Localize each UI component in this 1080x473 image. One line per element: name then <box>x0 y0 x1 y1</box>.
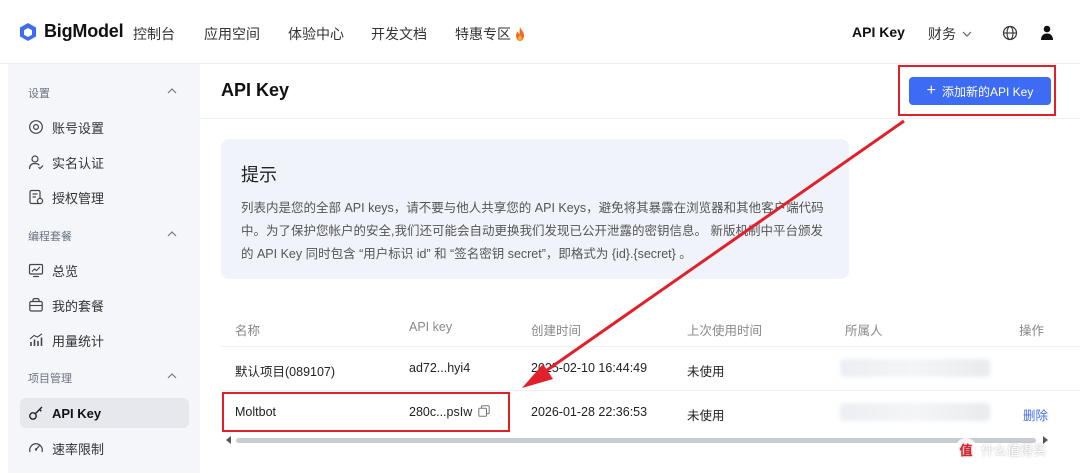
overview-icon <box>28 263 44 278</box>
user-verify-icon <box>28 155 44 170</box>
sidebar-item-label: 账号设置 <box>52 120 105 136</box>
watermark-badge: 值 <box>955 438 977 460</box>
bigmodel-logo-icon <box>20 22 36 41</box>
watermark: 值 什么值得买 <box>955 438 1046 460</box>
nav-dev-docs[interactable]: 开发文档 <box>371 24 427 44</box>
row2-delete-link[interactable]: 删除 <box>1023 405 1048 424</box>
table-header-owner: 所属人 <box>845 324 883 338</box>
sidebar-item-usage-stats[interactable]: 用量统计 <box>20 325 189 355</box>
nav-special-offers-label: 特惠专区 <box>455 26 511 42</box>
row1-created: 2025-02-10 16:44:49 <box>531 361 648 375</box>
sidebar-item-label: 授权管理 <box>52 190 105 206</box>
row1-api-key: ad72...hyi4 <box>409 361 471 375</box>
user-avatar-icon[interactable] <box>1040 25 1054 40</box>
sidebar-item-label: API Key <box>52 405 102 421</box>
annotation-highlight-box <box>898 65 1056 116</box>
sidebar-item-rate-limit[interactable]: 速率限制 <box>20 433 189 463</box>
sidebar-item-authorization[interactable]: 授权管理 <box>20 182 189 212</box>
table-header-last-used: 上次使用时间 <box>687 324 763 338</box>
notice-text: 列表内是您的全部 API keys，请不要与他人共享您的 API Keys，避免… <box>241 201 824 261</box>
row1-last-used: 未使用 <box>687 365 725 379</box>
fire-icon <box>516 27 524 41</box>
table-horizontal-scrollbar[interactable] <box>226 436 1048 444</box>
row1-owner-redacted <box>840 359 990 377</box>
table-header-api-key: API key <box>409 320 453 334</box>
authorization-icon <box>29 189 44 205</box>
chevron-up-icon[interactable] <box>166 370 178 382</box>
usage-chart-icon <box>29 333 43 346</box>
sidebar-item-api-key[interactable]: API Key <box>20 398 189 428</box>
header-divider <box>200 118 1080 119</box>
sidebar-item-label: 我的套餐 <box>52 298 105 314</box>
sidebar-item-real-name[interactable]: 实名认证 <box>20 147 189 177</box>
sidebar-item-label: 实名认证 <box>52 155 105 171</box>
row2-owner-redacted <box>840 403 990 421</box>
gear-icon <box>29 120 43 134</box>
chevron-down-icon <box>962 31 972 37</box>
logo-text: BigModel <box>44 21 124 41</box>
nav-finance-label: 财务 <box>928 26 956 42</box>
nav-api-key[interactable]: API Key <box>852 24 905 40</box>
main-content: API Key + 添加新的API Key 提示 列表内是您的全部 API ke… <box>200 64 1080 473</box>
nav-experience-center[interactable]: 体验中心 <box>288 24 344 44</box>
table-divider <box>221 346 1080 347</box>
chevron-up-icon[interactable] <box>166 85 178 97</box>
row2-last-used: 未使用 <box>687 409 725 423</box>
page-title: API Key <box>221 80 290 100</box>
sidebar-group-project-management: 项目管理 <box>28 373 72 385</box>
scrollbar-thumb[interactable] <box>236 438 1036 443</box>
globe-icon[interactable] <box>1002 25 1018 41</box>
notice-title: 提示 <box>241 165 277 185</box>
row1-name: 默认项目(089107) <box>235 365 336 379</box>
sidebar-item-label: 用量统计 <box>52 333 105 349</box>
table-header-created: 创建时间 <box>531 324 582 338</box>
nav-app-space[interactable]: 应用空间 <box>204 24 260 44</box>
key-icon <box>29 406 43 420</box>
nav-finance-dropdown[interactable]: 财务 <box>928 24 972 44</box>
table-divider <box>221 390 1080 391</box>
top-navbar: BigModel 控制台 应用空间 体验中心 开发文档 特惠专区 API Key… <box>0 0 1080 64</box>
nav-special-offers[interactable]: 特惠专区 <box>455 24 526 44</box>
sidebar-group-coding-plan: 编程套餐 <box>28 231 72 243</box>
package-icon <box>29 298 43 312</box>
nav-console[interactable]: 控制台 <box>133 24 175 44</box>
sidebar-group-settings: 设置 <box>28 88 50 100</box>
rate-limit-icon <box>29 443 43 453</box>
scroll-left-arrow-icon[interactable] <box>226 436 231 444</box>
chevron-up-icon[interactable] <box>166 228 178 240</box>
row2-created: 2026-01-28 22:36:53 <box>531 405 648 419</box>
sidebar-item-label: 速率限制 <box>52 441 105 457</box>
sidebar-item-overview[interactable]: 总览 <box>20 255 189 285</box>
table-header-action: 操作 <box>1019 324 1045 338</box>
watermark-text: 什么值得买 <box>981 442 1047 458</box>
sidebar: 设置 账号设置 实名认证 授权管理 编程套餐 总览 我的套餐 用量统计 项目管理… <box>8 64 200 473</box>
notice-panel: 提示 列表内是您的全部 API keys，请不要与他人共享您的 API Keys… <box>221 139 849 279</box>
annotation-highlight-box <box>222 392 510 432</box>
sidebar-item-label: 总览 <box>52 263 79 279</box>
sidebar-item-account-settings[interactable]: 账号设置 <box>20 112 189 142</box>
table-header-name: 名称 <box>235 324 261 338</box>
sidebar-item-my-package[interactable]: 我的套餐 <box>20 290 189 320</box>
logo[interactable]: BigModel <box>18 21 124 42</box>
